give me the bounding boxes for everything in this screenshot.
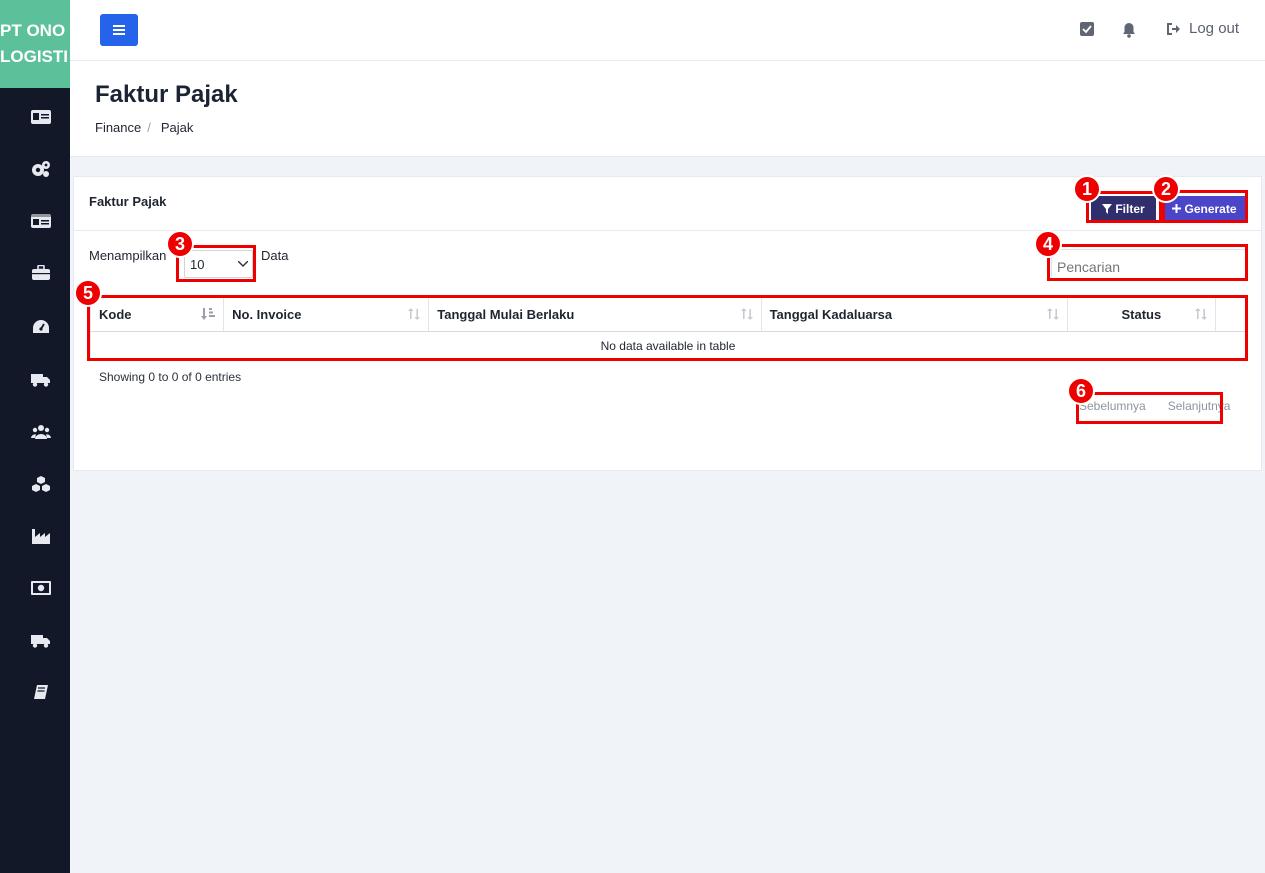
check-square-icon[interactable] [1080, 22, 1096, 38]
sort-icon [408, 308, 421, 323]
logout-label: Log out [1189, 20, 1240, 37]
generate-label: Generate [1184, 201, 1237, 216]
annotation-badge-2: 2 [1152, 175, 1180, 203]
faktur-table: Kode No. Invoice Tanggal Mulai Berlaku T… [89, 297, 1247, 360]
bars-icon [113, 25, 125, 35]
annotation-badge-4: 4 [1034, 230, 1062, 258]
cogs-icon[interactable] [31, 159, 51, 179]
card-title: Faktur Pajak [89, 194, 167, 209]
sign-out-icon [1167, 22, 1180, 35]
brand-line-2: LOGISTI [0, 47, 68, 66]
logout-link[interactable]: Log out [1166, 20, 1239, 37]
annotation-badge-3: 3 [166, 230, 194, 258]
annotation-badge-6: 6 [1067, 377, 1095, 405]
faktur-pajak-card: Faktur Pajak Filter Generate Menampilkan… [73, 176, 1262, 471]
breadcrumb-pajak: Pajak [160, 120, 194, 135]
table-header-row: Kode No. Invoice Tanggal Mulai Berlaku T… [89, 297, 1247, 332]
bell-icon[interactable] [1122, 22, 1138, 38]
filter-label: Filter [1115, 201, 1145, 216]
menu-toggle-button[interactable] [100, 14, 138, 46]
sidebar: PT ONO LOGISTI [0, 0, 70, 873]
length-prefix: Menampilkan [89, 248, 167, 263]
book-icon[interactable] [31, 683, 51, 703]
sort-icon [1194, 308, 1207, 323]
column-tanggal-mulai-label: Tanggal Mulai Berlaku [437, 307, 575, 322]
pagination: Sebelumnya Selanjutnya [1079, 399, 1230, 413]
column-tanggal-kadaluarsa-label: Tanggal Kadaluarsa [769, 307, 893, 322]
topbar: Log out [70, 0, 1265, 61]
id-card-alt-icon[interactable] [31, 211, 51, 231]
column-no-invoice-label: No. Invoice [232, 307, 302, 322]
sort-icon [1046, 308, 1059, 323]
length-suffix: Data [261, 248, 289, 263]
chevron-down-icon [238, 261, 248, 267]
briefcase-icon[interactable] [31, 263, 51, 283]
brand-logo[interactable]: PT ONO LOGISTI [0, 0, 70, 88]
sort-asc-icon [201, 308, 216, 323]
cubes-icon[interactable] [31, 474, 51, 494]
breadcrumb: Finance / Pajak [95, 120, 193, 135]
sort-icon [740, 308, 753, 323]
annotation-badge-1: 1 [1073, 175, 1101, 203]
breadcrumb-finance[interactable]: Finance [95, 120, 141, 135]
breadcrumb-separator: / [147, 120, 151, 135]
page-length-value: 10 [190, 257, 205, 272]
money-bill-icon[interactable] [31, 578, 51, 598]
column-no-invoice[interactable]: No. Invoice [223, 297, 430, 332]
search-input[interactable] [1051, 249, 1246, 279]
column-tanggal-mulai[interactable]: Tanggal Mulai Berlaku [428, 297, 762, 332]
column-kode-label: Kode [99, 307, 132, 322]
column-tanggal-kadaluarsa[interactable]: Tanggal Kadaluarsa [760, 297, 1068, 332]
industry-icon[interactable] [31, 526, 51, 546]
next-page-button[interactable]: Selanjutnya [1168, 399, 1231, 413]
column-kode[interactable]: Kode [89, 297, 225, 332]
table-row: No data available in table [90, 331, 1246, 360]
dashboard-icon[interactable] [31, 317, 51, 337]
page-header: Faktur Pajak Finance / Pajak [70, 61, 1265, 157]
table-info: Showing 0 to 0 of 0 entries [99, 370, 242, 384]
annotation-badge-5: 5 [74, 279, 102, 307]
column-status[interactable]: Status [1066, 297, 1216, 332]
filter-icon [1102, 203, 1113, 214]
empty-message: No data available in table [90, 331, 1246, 360]
truck-icon[interactable] [31, 370, 51, 390]
filter-button[interactable]: Filter [1091, 196, 1156, 221]
column-status-label: Status [1121, 307, 1162, 322]
plus-icon [1172, 204, 1182, 213]
page-length-select[interactable]: 10 [184, 250, 253, 278]
brand-line-1: PT ONO [0, 21, 66, 40]
column-blank [1214, 297, 1247, 332]
users-icon[interactable] [31, 422, 51, 442]
id-card-icon[interactable] [31, 107, 51, 127]
truck-alt-icon[interactable] [31, 631, 51, 651]
page-title: Faktur Pajak [95, 81, 238, 108]
